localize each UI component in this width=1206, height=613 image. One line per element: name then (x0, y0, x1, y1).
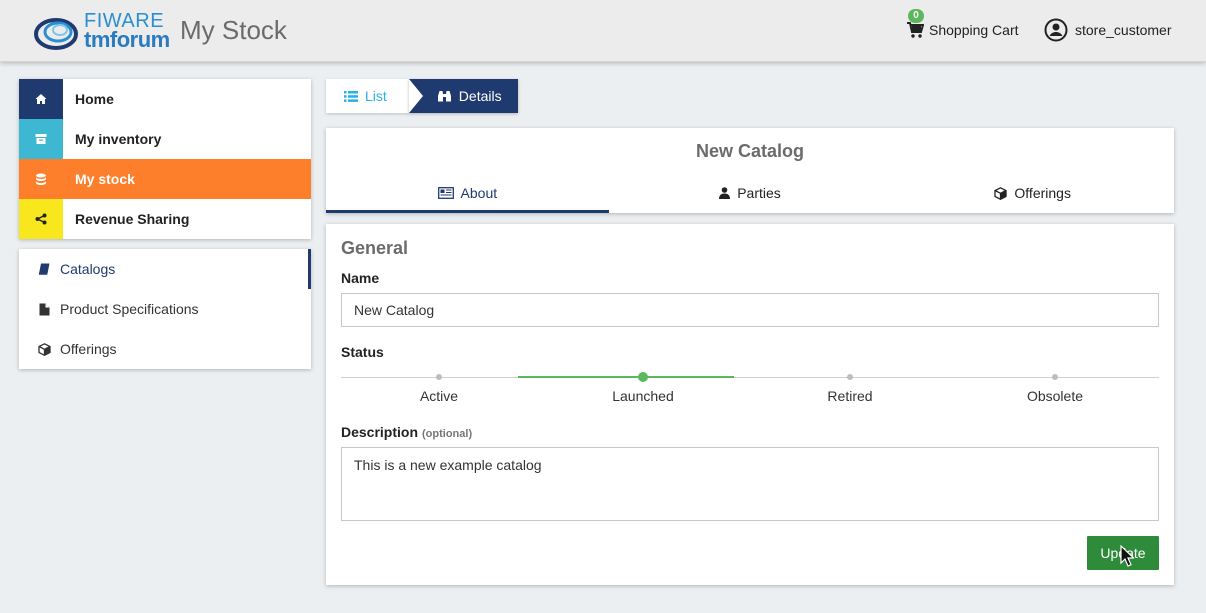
sidebar-item-label: My inventory (75, 131, 162, 147)
tab-parties[interactable]: Parties (609, 173, 892, 213)
user-icon (719, 187, 731, 199)
share-icon (19, 199, 63, 239)
mouse-cursor-icon (1120, 545, 1134, 567)
status-step-label: Active (419, 388, 459, 404)
sidebar-item-home[interactable]: Home (19, 79, 311, 119)
newspaper-icon (437, 187, 454, 199)
shopping-cart-link[interactable]: Shopping Cart (906, 18, 1019, 42)
binoculars-icon (437, 90, 452, 103)
stock-subnavigation: Catalogs Product Specifications Offering… (19, 249, 311, 369)
catalog-title: New Catalog (695, 141, 805, 161)
sidebar-item-label: Product Specifications (60, 301, 199, 317)
status-step-label: Launched (612, 388, 674, 404)
cube-icon (994, 186, 1008, 200)
section-title: General (341, 238, 409, 258)
file-icon (37, 302, 51, 316)
description-label: Description (optional) (341, 424, 472, 440)
breadcrumb-details-current: Details (408, 79, 518, 113)
name-label: Name (341, 270, 380, 286)
logo-tmforum-text: tmforum (84, 27, 170, 52)
name-field[interactable] (341, 293, 1159, 327)
status-label: Status (341, 344, 384, 360)
cube-icon (37, 342, 51, 356)
status-dot (847, 374, 853, 380)
breadcrumb-list-label: List (365, 88, 387, 104)
swirl-logo-icon (34, 18, 78, 50)
tab-about-label: About (460, 185, 498, 201)
archive-icon (19, 119, 63, 159)
fiware-tmforum-logo[interactable]: FIWARE tmforum (34, 10, 174, 52)
sidebar-item-revenue-sharing[interactable]: Revenue Sharing (19, 199, 311, 239)
status-step-launched[interactable]: Launched (563, 372, 723, 404)
sidebar-item-catalogs[interactable]: Catalogs (19, 249, 311, 289)
sidebar-item-my-stock[interactable]: My stock (19, 159, 311, 199)
book-icon (37, 262, 51, 276)
tab-about[interactable]: About (326, 173, 609, 213)
breadcrumb: List Details (326, 79, 518, 113)
sidebar-item-label: My stock (75, 171, 135, 187)
page-title: My Stock (180, 15, 287, 45)
sidebar-item-label: Home (75, 91, 114, 107)
catalog-header-card: New Catalog About Parties Offerings (326, 128, 1174, 213)
status-dot (1052, 374, 1058, 380)
sidebar-item-my-inventory[interactable]: My inventory (19, 119, 311, 159)
status-dot (436, 374, 442, 380)
shopping-cart-label: Shopping Cart (929, 22, 1019, 38)
status-step-obsolete[interactable]: Obsolete (975, 372, 1135, 404)
status-step-active[interactable]: Active (359, 372, 519, 404)
breadcrumb-details-label: Details (458, 88, 502, 104)
status-step-label: Obsolete (1026, 388, 1084, 404)
optional-hint: (optional) (422, 428, 473, 440)
database-icon (19, 159, 63, 199)
top-header: FIWARE tmforum My Stock 0 Shopping Cart … (0, 0, 1206, 62)
status-step-retired[interactable]: Retired (770, 372, 930, 404)
catalog-tabs: About Parties Offerings (326, 173, 1174, 213)
shopping-cart-icon (907, 22, 924, 38)
sidebar-item-offerings[interactable]: Offerings (19, 329, 311, 369)
catalog-general-form: General Name Status Active Launched Reti… (326, 224, 1174, 585)
sidebar-item-product-specifications[interactable]: Product Specifications (19, 289, 311, 329)
list-icon (344, 90, 358, 102)
main-navigation: Home My inventory My stock Revenue Shari… (19, 79, 311, 239)
username-label: store_customer (1075, 22, 1172, 38)
user-menu[interactable]: store_customer (1044, 17, 1171, 43)
description-field[interactable]: This is a new example catalog (341, 447, 1159, 521)
sidebar-item-label: Revenue Sharing (75, 211, 190, 227)
description-label-text: Description (341, 424, 419, 440)
status-dot-selected (638, 372, 648, 382)
tab-parties-label: Parties (737, 185, 781, 201)
tab-offerings[interactable]: Offerings (891, 173, 1174, 213)
breadcrumb-list-link[interactable]: List (326, 79, 409, 113)
tab-offerings-label: Offerings (1014, 185, 1071, 201)
status-step-label: Retired (827, 388, 873, 404)
sidebar-item-label: Offerings (60, 341, 117, 357)
sidebar-item-label: Catalogs (60, 261, 116, 277)
home-icon (19, 79, 63, 119)
user-circle-icon (1044, 18, 1068, 42)
